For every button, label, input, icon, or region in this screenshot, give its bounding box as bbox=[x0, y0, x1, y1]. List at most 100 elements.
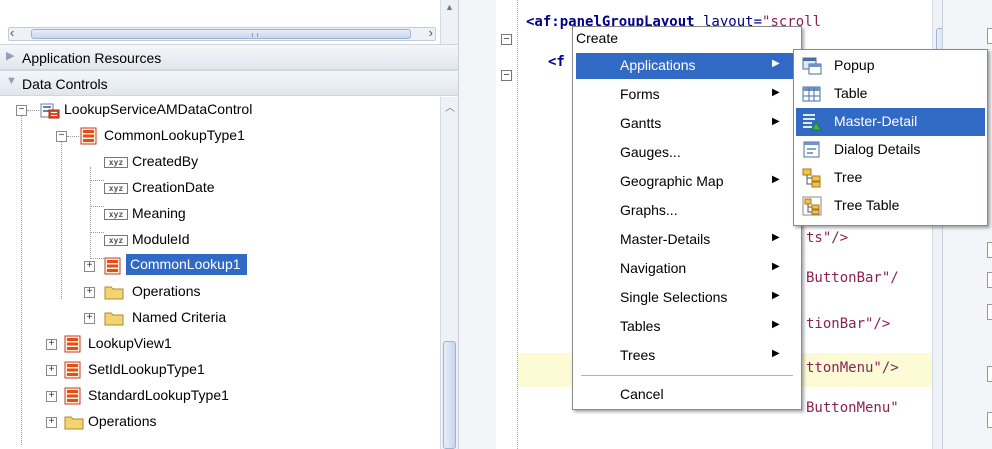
accordion-label: Application Resources bbox=[22, 50, 162, 66]
tree-row[interactable]: + Operations bbox=[0, 409, 440, 435]
palette-button[interactable] bbox=[987, 412, 992, 428]
vertical-scrollbar-top[interactable]: ▲ bbox=[440, 0, 458, 44]
collapse-icon[interactable]: − bbox=[16, 105, 27, 116]
accordion-application-resources[interactable]: ▶ Application Resources bbox=[0, 44, 458, 70]
expanded-triangle-icon: ▼ bbox=[6, 75, 17, 87]
expand-icon[interactable]: + bbox=[84, 261, 95, 272]
tree-vertical-scrollbar[interactable]: ︿ bbox=[440, 97, 458, 449]
tree-row[interactable]: + StandardLookupType1 bbox=[0, 383, 440, 409]
tree-row-selected[interactable]: + CommonLookup1 bbox=[0, 253, 440, 279]
code-line[interactable]: ttonMenu"/> bbox=[806, 360, 899, 376]
tree-row[interactable]: xyz ModuleId bbox=[0, 227, 440, 253]
submenu-item-label: Dialog Details bbox=[834, 141, 921, 157]
menu-item-label: Trees bbox=[620, 347, 656, 363]
collapsed-triangle-icon: ▶ bbox=[6, 50, 15, 62]
attribute-icon: xyz bbox=[104, 235, 128, 246]
code-fragment: ts"/> bbox=[806, 230, 849, 246]
code-line[interactable]: ButtonBar"/ bbox=[806, 270, 899, 286]
menu-item-applications[interactable]: Applications ▶ bbox=[576, 53, 798, 79]
code-fragment: tionBar"/> bbox=[806, 316, 891, 332]
collection-icon bbox=[104, 257, 121, 275]
menu-item-cancel[interactable]: Cancel bbox=[576, 382, 798, 408]
tree-row[interactable]: + Operations bbox=[0, 279, 440, 305]
tree-scroll-thumb[interactable] bbox=[443, 341, 456, 449]
accordion-data-controls[interactable]: ▼ Data Controls bbox=[0, 70, 458, 96]
menu-item-graphs[interactable]: Graphs... bbox=[576, 198, 798, 224]
submenu-arrow-icon: ▶ bbox=[772, 174, 780, 185]
expand-icon[interactable]: + bbox=[46, 417, 57, 428]
menu-item-navigation[interactable]: Navigation ▶ bbox=[576, 256, 798, 282]
folder-icon bbox=[64, 416, 84, 430]
submenu-item-master-detail[interactable]: Master-Detail bbox=[796, 108, 985, 136]
tree-item-label: Operations bbox=[88, 413, 157, 429]
submenu-arrow-icon: ▶ bbox=[772, 348, 780, 359]
menu-item-label: Master-Details bbox=[620, 231, 711, 247]
expand-icon[interactable]: + bbox=[46, 365, 57, 376]
accordion-label: Data Controls bbox=[22, 76, 108, 92]
fold-toggle-icon[interactable]: − bbox=[501, 34, 512, 45]
fold-toggle-icon[interactable]: − bbox=[501, 70, 512, 81]
code-line[interactable]: tionBar"/> bbox=[806, 316, 890, 332]
menu-item-label: Gauges... bbox=[620, 144, 681, 160]
menu-item-tables[interactable]: Tables ▶ bbox=[576, 314, 798, 340]
tree-row[interactable]: xyz Meaning bbox=[0, 201, 440, 227]
menu-item-label: Tables bbox=[620, 318, 661, 334]
submenu-arrow-icon: ▶ bbox=[772, 319, 780, 330]
horizontal-scroll-thumb[interactable] bbox=[31, 29, 411, 39]
expand-icon[interactable]: + bbox=[46, 339, 57, 350]
menu-separator bbox=[581, 375, 793, 376]
data-controls-navigator: oracle ‹ › ▲ ▶ Application Resources ▼ D… bbox=[0, 0, 458, 449]
folder-icon bbox=[104, 286, 124, 300]
tree-item-label: ModuleId bbox=[132, 231, 190, 247]
collapse-icon[interactable]: − bbox=[56, 131, 67, 142]
submenu-item-table[interactable]: Table bbox=[796, 80, 985, 108]
code-line[interactable]: <f bbox=[548, 54, 565, 70]
tree-row[interactable]: + LookupView1 bbox=[0, 331, 440, 357]
menu-item-forms[interactable]: Forms ▶ bbox=[576, 82, 798, 108]
applications-submenu: Popup Table Master-Detail Dialog Details bbox=[793, 49, 988, 226]
submenu-item-tree-table[interactable]: Tree Table bbox=[796, 192, 985, 220]
menu-item-gantts[interactable]: Gantts ▶ bbox=[576, 111, 798, 137]
collection-icon bbox=[64, 335, 81, 353]
submenu-item-popup[interactable]: Popup bbox=[796, 52, 985, 80]
submenu-arrow-icon: ▶ bbox=[772, 58, 780, 69]
menu-item-gauges[interactable]: Gauges... bbox=[576, 140, 798, 166]
scroll-left-icon[interactable]: ‹ bbox=[10, 25, 14, 40]
menu-item-master-details[interactable]: Master-Details ▶ bbox=[576, 227, 798, 253]
expand-icon[interactable]: + bbox=[46, 391, 57, 402]
horizontal-scrollbar[interactable]: ‹ › bbox=[8, 25, 436, 41]
code-line[interactable]: ts"/> bbox=[806, 230, 848, 246]
attribute-icon: xyz bbox=[104, 157, 128, 168]
palette-button[interactable] bbox=[987, 304, 992, 320]
tree-row[interactable]: − CommonLookupType1 bbox=[0, 123, 440, 149]
tree-row[interactable]: + SetIdLookupType1 bbox=[0, 357, 440, 383]
attribute-icon: xyz bbox=[104, 209, 128, 220]
code-line[interactable]: ButtonMenu" bbox=[806, 400, 899, 416]
submenu-item-dialog-details[interactable]: Dialog Details bbox=[796, 136, 985, 164]
menu-item-label: Applications bbox=[620, 57, 696, 73]
tree-row[interactable]: − LookupServiceAMDataControl bbox=[0, 97, 440, 123]
palette-button[interactable] bbox=[987, 366, 992, 382]
menu-item-geographic-map[interactable]: Geographic Map ▶ bbox=[576, 169, 798, 195]
context-menu-title: Create bbox=[576, 30, 619, 46]
menu-item-trees[interactable]: Trees ▶ bbox=[576, 343, 798, 369]
tree-item-label: CommonLookup1 bbox=[126, 254, 247, 275]
expand-icon[interactable]: + bbox=[84, 313, 95, 324]
panel-splitter[interactable] bbox=[458, 0, 496, 449]
menu-item-single-selections[interactable]: Single Selections ▶ bbox=[576, 285, 798, 311]
palette-button[interactable] bbox=[987, 272, 992, 288]
palette-button[interactable] bbox=[987, 28, 992, 44]
submenu-item-tree[interactable]: Tree bbox=[796, 164, 985, 192]
expand-icon[interactable]: + bbox=[84, 287, 95, 298]
table-icon bbox=[802, 86, 821, 102]
folder-icon bbox=[104, 312, 124, 326]
tree-row[interactable]: xyz CreatedBy bbox=[0, 149, 440, 175]
tree-item-label: Meaning bbox=[132, 205, 186, 221]
scroll-up-icon[interactable]: ︿ bbox=[445, 99, 455, 114]
tree-item-label: LookupServiceAMDataControl bbox=[64, 101, 253, 117]
tree-row[interactable]: + Named Criteria bbox=[0, 305, 440, 331]
tree-row[interactable]: xyz CreationDate bbox=[0, 175, 440, 201]
palette-button[interactable] bbox=[987, 242, 992, 258]
scroll-right-icon[interactable]: › bbox=[429, 25, 433, 40]
scroll-up-icon[interactable]: ▲ bbox=[445, 2, 454, 12]
